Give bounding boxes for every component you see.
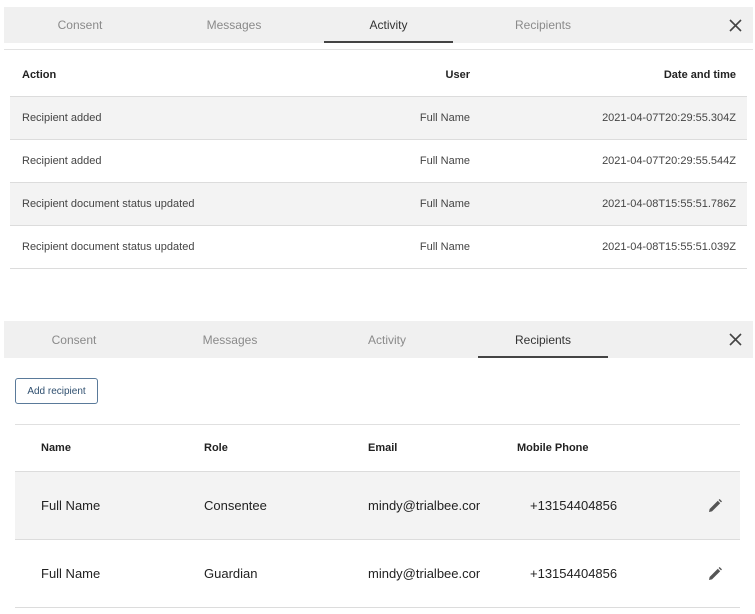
row-action: Recipient added	[22, 155, 102, 167]
table-row: Recipient added Full Name 2021-04-07T20:…	[10, 97, 747, 140]
table-row: Recipient added Full Name 2021-04-07T20:…	[10, 140, 747, 183]
row-user: Full Name	[419, 198, 470, 210]
recipients-table: Name Role Email Mobile Phone Full Name C…	[15, 424, 740, 608]
row-name: Full Name	[41, 498, 101, 513]
table-header: Action User Date and time	[10, 53, 747, 97]
activity-panel: Consent Messages Activity Recipients Act…	[0, 0, 755, 300]
row-phone: +13154404856	[530, 566, 618, 581]
table-header: Name Role Email Mobile Phone	[15, 425, 740, 472]
table-row: Recipient document status updated Full N…	[10, 183, 747, 226]
header-name: Name	[41, 442, 71, 454]
row-email: mindy@trialbee.com	[368, 566, 480, 581]
tab-bar: Consent Messages Activity Recipients	[4, 7, 753, 43]
row-role: Consentee	[204, 498, 267, 513]
header-date: Date and time	[663, 68, 736, 81]
row-phone: +13154404856	[530, 498, 618, 513]
tab-consent[interactable]: Consent	[4, 7, 156, 43]
header-user: User	[445, 68, 470, 81]
row-action: Recipient document status updated	[22, 198, 195, 210]
pencil-icon	[709, 566, 722, 580]
pencil-icon	[709, 498, 722, 512]
tab-recipients[interactable]: Recipients	[478, 321, 608, 358]
close-icon	[728, 18, 742, 32]
tab-messages[interactable]: Messages	[164, 321, 296, 358]
divider	[4, 49, 753, 50]
close-icon	[728, 333, 742, 346]
table-row: Full Name Guardian mindy@trialbee.com +1…	[15, 540, 740, 608]
table-row: Recipient document status updated Full N…	[10, 226, 747, 269]
row-user: Full Name	[419, 155, 470, 167]
row-email: mindy@trialbee.com	[368, 498, 480, 513]
header-action: Action	[22, 68, 57, 81]
tab-bar: Consent Messages Activity Recipients	[4, 321, 753, 358]
row-action: Recipient document status updated	[22, 241, 195, 253]
row-action: Recipient added	[22, 112, 102, 124]
row-user: Full Name	[419, 112, 470, 124]
add-recipient-button[interactable]: Add recipient	[15, 378, 98, 404]
table-row: Full Name Consentee mindy@trialbee.com +…	[15, 472, 740, 540]
row-user: Full Name	[419, 241, 470, 253]
row-date: 2021-04-08T15:55:51.039Z	[602, 241, 736, 253]
header-email: Email	[368, 442, 398, 454]
tab-activity[interactable]: Activity	[322, 321, 452, 358]
row-role: Guardian	[204, 566, 258, 581]
header-role: Role	[204, 442, 228, 454]
row-name: Full Name	[41, 566, 101, 581]
tab-messages[interactable]: Messages	[172, 7, 296, 43]
activity-table: Action User Date and time Recipient adde…	[10, 53, 747, 269]
close-button[interactable]	[725, 7, 745, 43]
row-date: 2021-04-08T15:55:51.786Z	[602, 198, 736, 210]
edit-button[interactable]	[705, 472, 725, 539]
row-date: 2021-04-07T20:29:55.304Z	[602, 112, 736, 124]
recipients-panel: Consent Messages Activity Recipients Add…	[0, 318, 755, 614]
tab-recipients[interactable]: Recipients	[482, 7, 604, 43]
tab-activity[interactable]: Activity	[324, 7, 453, 43]
row-date: 2021-04-07T20:29:55.544Z	[602, 155, 736, 167]
tab-consent[interactable]: Consent	[4, 321, 144, 358]
edit-button[interactable]	[705, 540, 725, 607]
close-button[interactable]	[725, 321, 745, 358]
header-phone: Mobile Phone	[517, 442, 589, 454]
